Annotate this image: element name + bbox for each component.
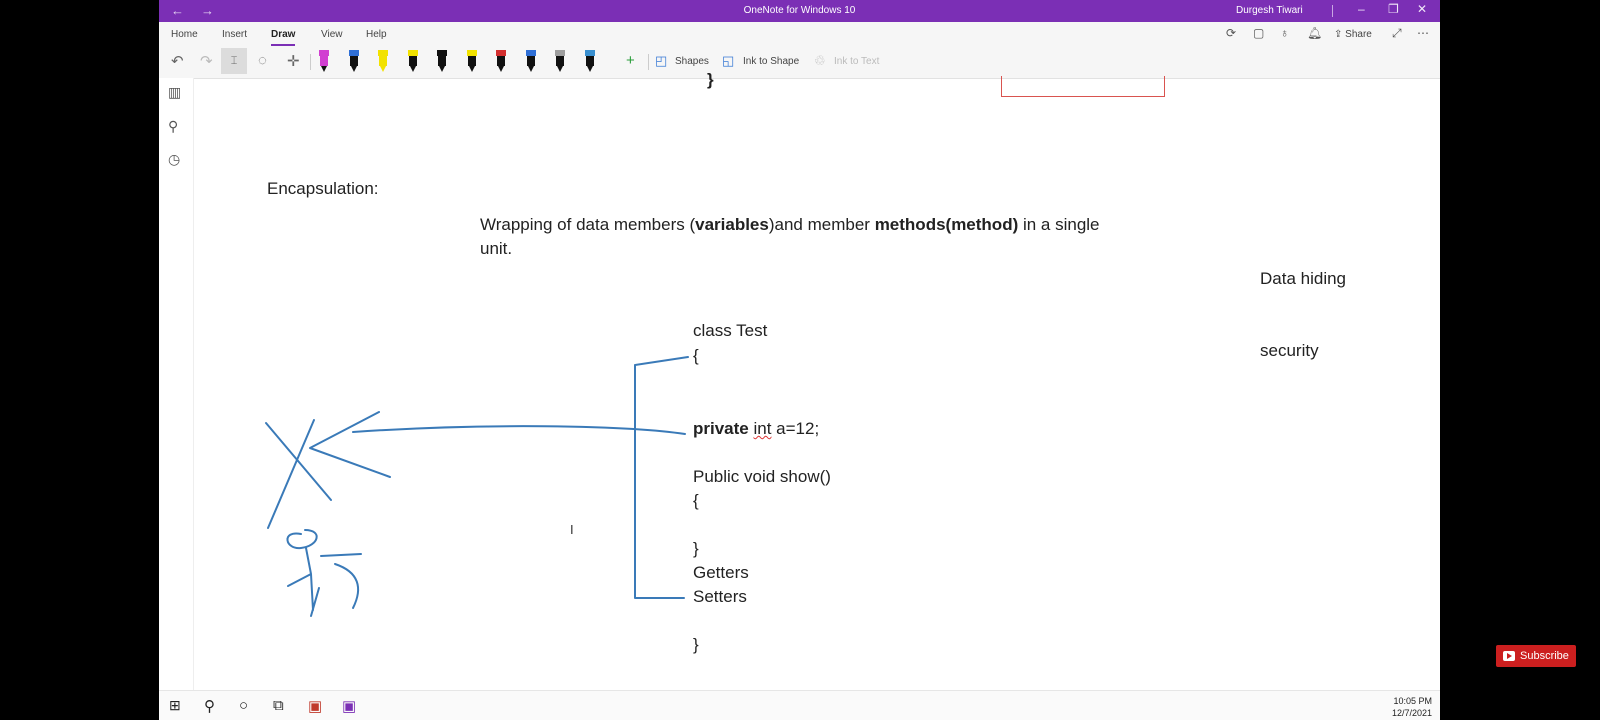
int-keyword: int: [753, 419, 772, 438]
subscribe-label: Subscribe: [1520, 650, 1569, 662]
heading-encapsulation: Encapsulation:: [267, 179, 379, 198]
ink-bracket: [634, 356, 689, 599]
cortana-icon[interactable]: ○: [239, 697, 248, 714]
ink-blocked-cross: [265, 419, 332, 529]
text-cursor-icon: I: [570, 522, 574, 537]
redo-icon[interactable]: ↷: [200, 52, 213, 70]
top-brace-fragment: }: [707, 70, 714, 89]
onenote-window: ← → OneNote for Windows 10 Durgesh Tiwar…: [159, 0, 1440, 720]
red-box-fragment: [1001, 76, 1165, 97]
divider: [648, 54, 649, 70]
notebooks-icon[interactable]: ▥: [168, 84, 181, 101]
fullscreen-icon[interactable]: ⤢: [1392, 26, 1402, 41]
tab-insert[interactable]: Insert: [222, 29, 247, 40]
user-name[interactable]: Durgesh Tiwari: [1236, 5, 1303, 16]
tab-draw[interactable]: Draw: [271, 29, 296, 46]
ink-stick-figure-body: [287, 547, 362, 617]
pen-tool-9[interactable]: [553, 50, 567, 72]
code-getters: Getters: [693, 563, 749, 582]
code-private-field: private int a=12;: [693, 419, 819, 439]
more-icon[interactable]: ⋯: [1417, 26, 1429, 40]
code-method-decl: Public void show(): [693, 467, 831, 486]
draw-toolbar: ↶ ↷ ⌶ ◌ ✛ + ◰ Shapes ◱ Ink to Shape ♲ In…: [159, 46, 1440, 79]
divider: [310, 54, 311, 70]
pen-tool-7[interactable]: [494, 50, 508, 72]
recent-icon[interactable]: ◷: [168, 151, 180, 168]
share-button[interactable]: ⇪ Share: [1334, 29, 1372, 40]
definition-line-1: Wrapping of data members (variables)and …: [480, 215, 1100, 235]
code-open-brace: {: [693, 346, 699, 365]
youtube-play-icon: [1503, 651, 1515, 661]
ink-to-shape-button[interactable]: Ink to Shape: [743, 56, 799, 67]
definition-bold: variables: [695, 215, 769, 234]
app-taskbar-icon[interactable]: ▣: [308, 697, 322, 715]
definition-text: )and member: [768, 215, 875, 234]
title-bar: ← → OneNote for Windows 10 Durgesh Tiwar…: [159, 0, 1440, 22]
search-icon[interactable]: ⚲: [168, 118, 178, 135]
lasso-icon[interactable]: ◌: [258, 52, 267, 69]
shapes-button[interactable]: Shapes: [675, 56, 709, 67]
pen-tool-2[interactable]: [347, 50, 361, 72]
add-space-icon[interactable]: ✛: [287, 52, 300, 70]
side-note-security: security: [1260, 341, 1319, 360]
clock-date: 12/7/2021: [1391, 708, 1432, 718]
code-setters: Setters: [693, 587, 747, 606]
pen-tool-10[interactable]: [583, 50, 597, 72]
definition-text: Wrapping of data members (: [480, 215, 696, 234]
onenote-taskbar-icon[interactable]: ▣: [342, 697, 356, 715]
pen-tool-6[interactable]: [465, 50, 479, 72]
shapes-icon: ◰: [655, 53, 668, 68]
code-method-close: }: [693, 539, 699, 558]
taskbar: ⊞ ⚲ ○ ⧉ ▣ ▣ 10:05 PM 12/7/2021: [159, 690, 1440, 720]
pen-tool-1[interactable]: [317, 50, 331, 72]
side-note-data-hiding: Data hiding: [1260, 269, 1347, 288]
definition-line-2: unit.: [480, 239, 513, 258]
ink-stick-figure-head: [286, 529, 318, 550]
sync-icon[interactable]: ⟳: [1226, 26, 1236, 40]
ink-layer: [265, 356, 689, 617]
private-keyword: private: [693, 419, 749, 438]
ribbon-tabs: Home Insert Draw View Help ⟳ ▢ ♁ 🔔︎ ⇪ Sh…: [159, 22, 1440, 46]
minimize-icon[interactable]: –: [1358, 2, 1365, 16]
title-separator: [1332, 5, 1333, 17]
add-pen-icon[interactable]: +: [626, 52, 635, 69]
pen-tool-5[interactable]: [435, 50, 449, 72]
notebook-icon[interactable]: ▢: [1253, 26, 1264, 40]
share-label: Share: [1345, 29, 1372, 40]
close-icon[interactable]: ✕: [1417, 2, 1427, 16]
task-view-icon[interactable]: ⧉: [273, 697, 284, 714]
ink-arrow-line: [352, 425, 686, 435]
tab-view[interactable]: View: [321, 29, 343, 40]
ink-arrow-head: [309, 411, 391, 478]
subscribe-button[interactable]: Subscribe: [1496, 645, 1576, 667]
pen-tool-8[interactable]: [524, 50, 538, 72]
undo-icon[interactable]: ↶: [171, 52, 184, 70]
bell-icon[interactable]: 🔔︎: [1307, 26, 1322, 40]
lightbulb-icon[interactable]: ♁: [1280, 26, 1289, 40]
ink-to-shape-icon: ◱: [722, 53, 735, 68]
definition-text: in a single: [1018, 215, 1100, 234]
windows-start-icon[interactable]: ⊞: [169, 697, 181, 714]
note-canvas[interactable]: } Encapsulation: Wrapping of data member…: [193, 70, 1440, 690]
tab-help[interactable]: Help: [366, 29, 387, 40]
tab-home[interactable]: Home: [171, 29, 198, 40]
type-select-icon[interactable]: ⌶: [221, 48, 247, 74]
system-clock[interactable]: 10:05 PM 12/7/2021: [1392, 695, 1432, 719]
left-nav-rail: ▥ ⚲ ◷: [159, 78, 194, 690]
field-rest: a=12;: [771, 419, 820, 438]
pen-tool-4[interactable]: [406, 50, 420, 72]
code-method-open: {: [693, 491, 699, 510]
ink-to-text-icon: ♲: [814, 53, 826, 68]
code-class-decl: class Test: [693, 321, 768, 340]
clock-time: 10:05 PM: [1393, 696, 1432, 706]
restore-icon[interactable]: ❐: [1388, 2, 1399, 16]
search-icon[interactable]: ⚲: [204, 697, 215, 715]
share-icon: ⇪: [1334, 29, 1346, 40]
ink-to-text-button[interactable]: Ink to Text: [834, 56, 879, 67]
definition-bold: methods(method): [874, 215, 1019, 234]
code-close-brace: }: [693, 635, 699, 654]
pen-tool-3[interactable]: [376, 50, 390, 72]
